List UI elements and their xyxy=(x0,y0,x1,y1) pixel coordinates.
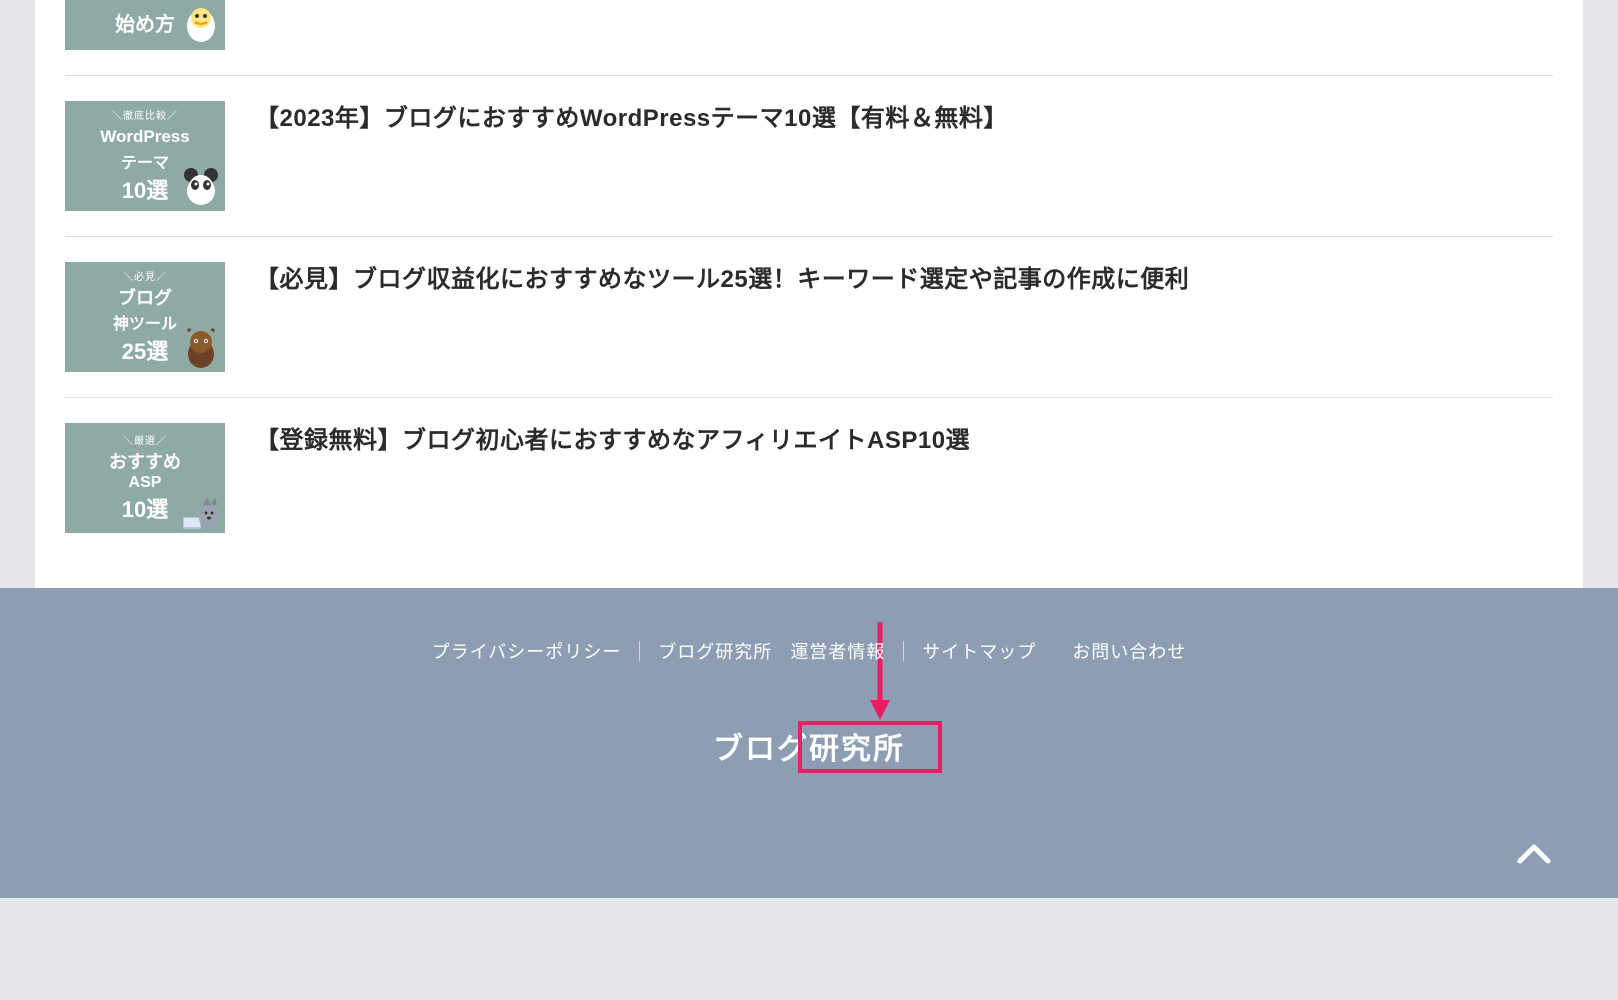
thumb-line1: WordPress xyxy=(100,126,189,148)
article-thumbnail: 始め方 xyxy=(65,0,225,50)
footer-link-sitemap[interactable]: サイトマップ xyxy=(922,638,1036,664)
thumb-line1: おすすめ xyxy=(109,451,181,474)
chevron-up-icon xyxy=(1516,843,1552,865)
article-item[interactable]: ＼徹底比較／ WordPress テーマ 10選 【2023年】ブログにおすすめ… xyxy=(65,76,1553,237)
footer-link-contact[interactable]: お問い合わせ xyxy=(1072,638,1186,664)
thumb-count: 25選 xyxy=(122,334,168,366)
character-icon xyxy=(181,165,221,209)
article-title: 【登録無料】ブログ初心者におすすめなアフィリエイトASP10選 xyxy=(255,423,970,459)
site-footer: プライバシーポリシー ブログ研究所 運営者情報 サイトマップ お問い合わせ ブロ… xyxy=(0,588,1618,898)
footer-link-operator[interactable]: 運営者情報 xyxy=(790,638,885,664)
thumb-line1: 始め方 xyxy=(115,12,175,38)
divider-icon xyxy=(639,641,640,661)
article-item[interactable]: ＼必見／ ブログ 神ツール 25選 【必見】ブログ収益化におすすめなツール25選… xyxy=(65,237,1553,398)
article-thumbnail: ＼徹底比較／ WordPress テーマ 10選 xyxy=(65,101,225,211)
thumb-count: 10選 xyxy=(122,173,168,205)
character-icon xyxy=(181,326,221,370)
footer-link-privacy[interactable]: プライバシーポリシー xyxy=(432,638,622,664)
footer-site-title: ブログ研究所 xyxy=(0,724,1618,768)
thumb-line2: 神ツール xyxy=(113,310,177,334)
footer-link-blog-lab[interactable]: ブログ研究所 xyxy=(658,638,772,664)
article-list: 始め方 ＼徹底比較／ WordPress テーマ 10選 【2023年】ブログに… xyxy=(35,0,1583,588)
footer-nav: プライバシーポリシー ブログ研究所 運営者情報 サイトマップ お問い合わせ xyxy=(0,638,1618,664)
thumb-tag: ＼徹底比較／ xyxy=(112,107,178,122)
article-item[interactable]: 始め方 xyxy=(65,0,1553,76)
thumb-count: 10選 xyxy=(122,492,168,524)
character-icon xyxy=(181,487,221,531)
back-to-top-button[interactable] xyxy=(1510,830,1558,878)
thumb-tag: ＼厳選／ xyxy=(123,432,167,447)
thumb-line2: ASP xyxy=(129,474,162,492)
article-thumbnail: ＼厳選／ おすすめ ASP 10選 xyxy=(65,423,225,533)
thumb-line1: ブログ xyxy=(118,287,172,310)
thumb-line2: テーマ xyxy=(121,149,169,173)
article-item[interactable]: ＼厳選／ おすすめ ASP 10選 【登録無料】ブログ初心者におすすめなアフィリ… xyxy=(65,398,1553,558)
article-title: 【2023年】ブログにおすすめWordPressテーマ10選【有料＆無料】 xyxy=(255,101,1008,137)
thumb-tag: ＼必見／ xyxy=(123,268,167,283)
divider-icon xyxy=(903,641,904,661)
character-icon xyxy=(181,4,221,48)
article-thumbnail: ＼必見／ ブログ 神ツール 25選 xyxy=(65,262,225,372)
article-title: 【必見】ブログ収益化におすすめなツール25選！キーワード選定や記事の作成に便利 xyxy=(255,262,1189,298)
